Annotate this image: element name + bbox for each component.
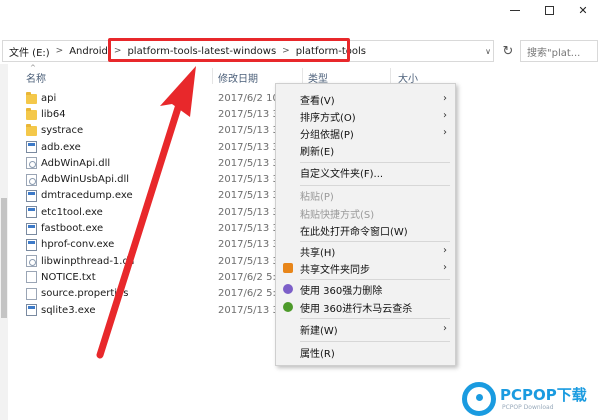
folder-icon: [26, 107, 37, 120]
menu-item-customize-folder[interactable]: 自定义文件夹(F)...: [276, 163, 455, 181]
text-file-icon: [26, 271, 37, 284]
chevron-right-icon: >: [55, 46, 64, 56]
exe-file-icon: [26, 222, 37, 235]
menu-item-paste-shortcut: 粘贴快捷方式(S): [300, 209, 375, 221]
breadcrumb-drive[interactable]: 文件 (E:): [9, 44, 50, 59]
chevron-down-icon[interactable]: ∨: [481, 41, 495, 61]
menu-item-open-command-window[interactable]: 在此处打开命令窗口(W): [276, 221, 455, 239]
submenu-arrow-icon: ›: [443, 127, 447, 138]
folder-icon: [26, 124, 37, 137]
dll-file-icon: [26, 157, 37, 170]
address-highlight-box: [108, 38, 350, 62]
menu-item-group[interactable]: 分组依据(P) ›: [276, 124, 455, 142]
exe-file-icon: [26, 206, 37, 219]
watermark: PCPOP下载 PCPOP Download: [462, 380, 596, 416]
refresh-icon[interactable]: ↻: [498, 40, 518, 62]
search-input[interactable]: 搜索"plat...: [520, 40, 598, 62]
menu-item-properties[interactable]: 属性(R): [276, 343, 455, 361]
menu-item-new[interactable]: 新建(W) ›: [276, 320, 455, 338]
shield-icon: [283, 302, 293, 312]
column-modified[interactable]: 修改日期: [218, 70, 258, 85]
properties-file-icon: [26, 287, 37, 300]
submenu-arrow-icon: ›: [443, 110, 447, 121]
column-divider[interactable]: [390, 68, 391, 84]
title-bar: ✕: [0, 0, 600, 34]
submenu-arrow-icon: ›: [443, 262, 447, 273]
breadcrumb-android[interactable]: Android: [69, 46, 108, 57]
dll-file-icon: [26, 255, 37, 268]
maximize-icon: [544, 5, 554, 15]
search-placeholder: 搜索"plat...: [527, 47, 581, 59]
menu-item-sync-shared-folder[interactable]: 共享文件夹同步 ›: [276, 259, 455, 277]
close-icon: ✕: [578, 3, 588, 17]
sync-icon: [283, 263, 293, 273]
menu-item-view[interactable]: 查看(V) ›: [276, 90, 455, 108]
maximize-button[interactable]: [532, 0, 566, 20]
exe-file-icon: [26, 189, 37, 202]
menu-item-paste: 粘贴(P): [300, 191, 334, 203]
exe-file-icon: [26, 238, 37, 251]
menu-item-360-trojan-scan[interactable]: 使用 360进行木马云查杀: [276, 298, 455, 316]
watermark-brand: PCPOP下载: [500, 386, 587, 404]
submenu-arrow-icon: ›: [443, 93, 447, 104]
navigation-pane: [0, 64, 8, 420]
minimize-icon: [510, 9, 520, 11]
folder-icon: [26, 91, 37, 104]
column-divider[interactable]: [302, 68, 303, 84]
submenu-arrow-icon: ›: [443, 245, 447, 256]
exe-file-icon: [26, 141, 37, 154]
menu-item-share[interactable]: 共享(H) ›: [276, 242, 455, 260]
pcpop-logo-icon: [462, 382, 496, 416]
close-button[interactable]: ✕: [566, 0, 600, 20]
menu-item-refresh[interactable]: 刷新(E): [276, 141, 455, 159]
column-divider[interactable]: [212, 68, 213, 84]
nav-scrollbar-thumb[interactable]: [1, 198, 7, 318]
shredder-icon: [283, 284, 293, 294]
column-name[interactable]: 名称: [26, 70, 46, 85]
menu-separator: [300, 318, 450, 319]
menu-item-sort[interactable]: 排序方式(O) ›: [276, 107, 455, 125]
menu-item-360-force-delete[interactable]: 使用 360强力删除: [276, 280, 455, 298]
context-menu: 查看(V) › 排序方式(O) › 分组依据(P) › 刷新(E) 自定义文件夹(F)…: [275, 83, 456, 366]
exe-file-icon: [26, 304, 37, 316]
dll-file-icon: [26, 173, 37, 186]
watermark-subtitle: PCPOP Download: [502, 404, 554, 411]
minimize-button[interactable]: [498, 0, 532, 20]
submenu-arrow-icon: ›: [443, 323, 447, 334]
menu-separator: [300, 341, 450, 342]
